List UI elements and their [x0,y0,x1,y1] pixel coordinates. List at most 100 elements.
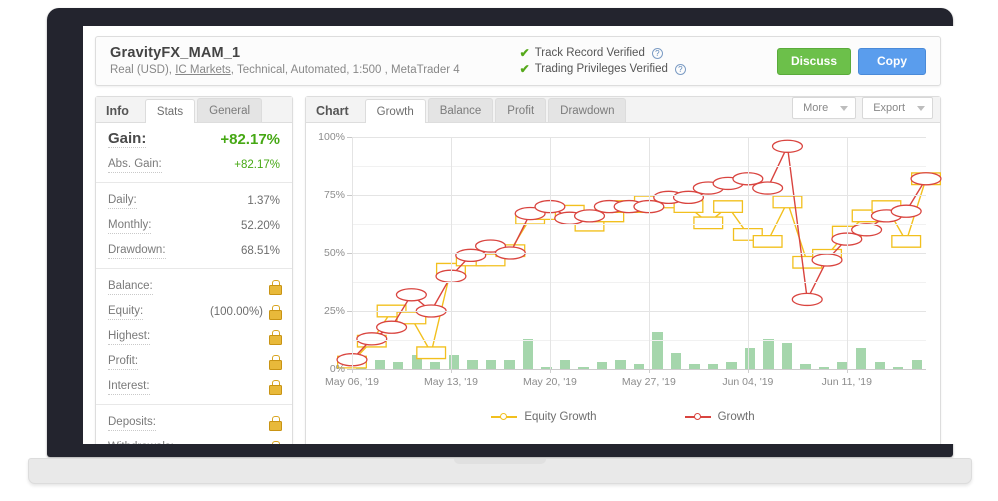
growth-chart: 0% 25% 50% 75% 100% May 06, '19 May 13, '19 May… [306,123,940,444]
data-point[interactable] [694,217,723,229]
system-title-block: GravityFX_MAM_1 Real (USD), IC Markets, … [110,45,460,77]
stat-row-gain: Gain: +82.17% [96,123,292,152]
x-axis-tick [747,369,749,373]
data-point[interactable] [792,293,822,305]
stat-value: +82.17% [234,158,280,171]
gridline-minor [352,282,926,283]
verification-block: ✔ Track Record Verified ? ✔ Trading Priv… [460,45,777,77]
stat-value: 68.51% [240,244,280,257]
data-point[interactable] [773,140,803,152]
data-point[interactable] [396,289,426,301]
data-point[interactable] [753,182,783,194]
laptop-base [28,458,972,484]
data-point[interactable] [891,205,921,217]
stat-label: Highest: [108,328,151,345]
stat-value-wrap [269,380,282,395]
gridline-vertical [450,137,452,369]
stat-row-withdrawals: Withdrawals: [96,435,292,444]
legend-label: Growth [717,411,755,423]
x-axis-label: Jun 04, '19 [722,376,774,388]
lock-icon[interactable] [269,380,282,395]
stat-value-wrap [269,280,282,295]
legend-marker [491,412,518,422]
legend-item-equity-growth[interactable]: Equity Growth [491,411,597,423]
stat-label: Interest: [108,378,150,395]
data-point[interactable] [753,236,782,248]
y-axis-label: 0% [329,363,345,375]
screen-bezel: GravityFX_MAM_1 Real (USD), IC Markets, … [47,8,998,457]
data-point[interactable] [892,236,921,248]
tab-profit[interactable]: Profit [495,98,547,122]
gridline-minor [352,340,926,341]
lock-icon[interactable] [269,441,280,444]
x-axis-label: May 13, '19 [423,376,478,388]
broker-link[interactable]: IC Markets [175,64,231,76]
x-axis-tick [648,369,650,373]
help-icon-track-record[interactable]: ? [651,47,663,59]
copy-button[interactable]: Copy [858,47,926,75]
stat-label: Deposits: [108,414,156,431]
stat-row-highest: Highest: [96,324,292,349]
stat-value-wrap [269,330,282,345]
data-point[interactable] [812,254,842,266]
chart-tabs: Chart Growth Balance Profit Drawdown [312,98,627,123]
legend-item-growth[interactable]: Growth [684,411,755,423]
lock-icon[interactable] [269,280,282,295]
verify-row-trading-privileges: ✔ Trading Privileges Verified ? [520,61,777,77]
lock-icon[interactable] [269,305,282,320]
data-point[interactable] [911,173,941,185]
stats-divider [96,404,292,405]
y-axis-label: 25% [323,305,345,317]
stat-row-drawdown: Drawdown: 68.51% [96,238,292,263]
stats-tabstrip: Info Stats General [96,97,292,123]
x-axis-label: May 20, '19 [522,376,577,388]
legend-label: Equity Growth [524,411,597,423]
stat-label: Daily: [108,192,137,209]
stat-value: +82.17% [220,130,280,148]
data-point[interactable] [417,347,446,359]
system-header-card: GravityFX_MAM_1 Real (USD), IC Markets, … [95,36,941,86]
help-icon-trading-privileges[interactable]: ? [674,63,686,75]
stat-value-wrap: +82.17% [220,130,280,148]
tab-general[interactable]: General [197,98,263,122]
stat-label: Drawdown: [108,242,166,259]
data-point[interactable] [773,196,802,208]
system-subtitle: Real (USD), IC Markets, Technical, Autom… [110,63,460,77]
tab-balance[interactable]: Balance [427,98,494,122]
stat-value-wrap: 1.37% [247,193,280,209]
data-point[interactable] [357,333,387,345]
stat-label: Profit: [108,353,139,370]
tab-growth[interactable]: Growth [364,99,426,123]
export-dropdown[interactable]: Export [862,97,933,119]
chart-tabstrip: Chart Growth Balance Profit Drawdown More Exp… [306,97,940,123]
more-dropdown-label: More [803,102,829,114]
verify-row-track-record: ✔ Track Record Verified ? [520,45,777,61]
x-axis-label: May 06, '19 [325,376,379,388]
gridline-vertical [747,137,749,369]
stat-row-balance: Balance: [96,274,292,299]
gridline-vertical [549,137,551,369]
tab-drawdown[interactable]: Drawdown [548,98,627,122]
lock-icon[interactable] [269,355,282,370]
gridline-vertical [846,137,848,369]
lock-icon[interactable] [269,330,282,345]
stat-label: Equity: [108,303,144,320]
data-point[interactable] [852,224,882,236]
plot-wrapper: 0% 25% 50% 75% 100% May 06, '19 May 13, '19 May… [306,123,940,395]
tab-stats[interactable]: Stats [144,99,196,123]
data-point[interactable] [377,321,407,333]
more-dropdown[interactable]: More [792,97,857,119]
stat-row-monthly: Monthly: 52.20% [96,213,292,238]
x-axis-label: Jun 11, '19 [821,376,872,388]
stat-row-equity: Equity: (100.00%) [96,299,292,324]
stat-value: 1.37% [247,194,280,207]
discuss-button[interactable]: Discuss [776,47,851,75]
content-row: Info Stats General Gain: +82.17% Abs. Gain: +… [95,96,941,444]
x-axis-tick [352,369,353,373]
lock-icon[interactable] [269,416,282,431]
y-axis-label: 50% [323,247,345,259]
data-point[interactable] [714,201,743,213]
stat-row-deposits: Deposits: [96,410,292,435]
gridline-vertical [648,137,650,369]
chart-toolbar: More Export [792,97,940,122]
